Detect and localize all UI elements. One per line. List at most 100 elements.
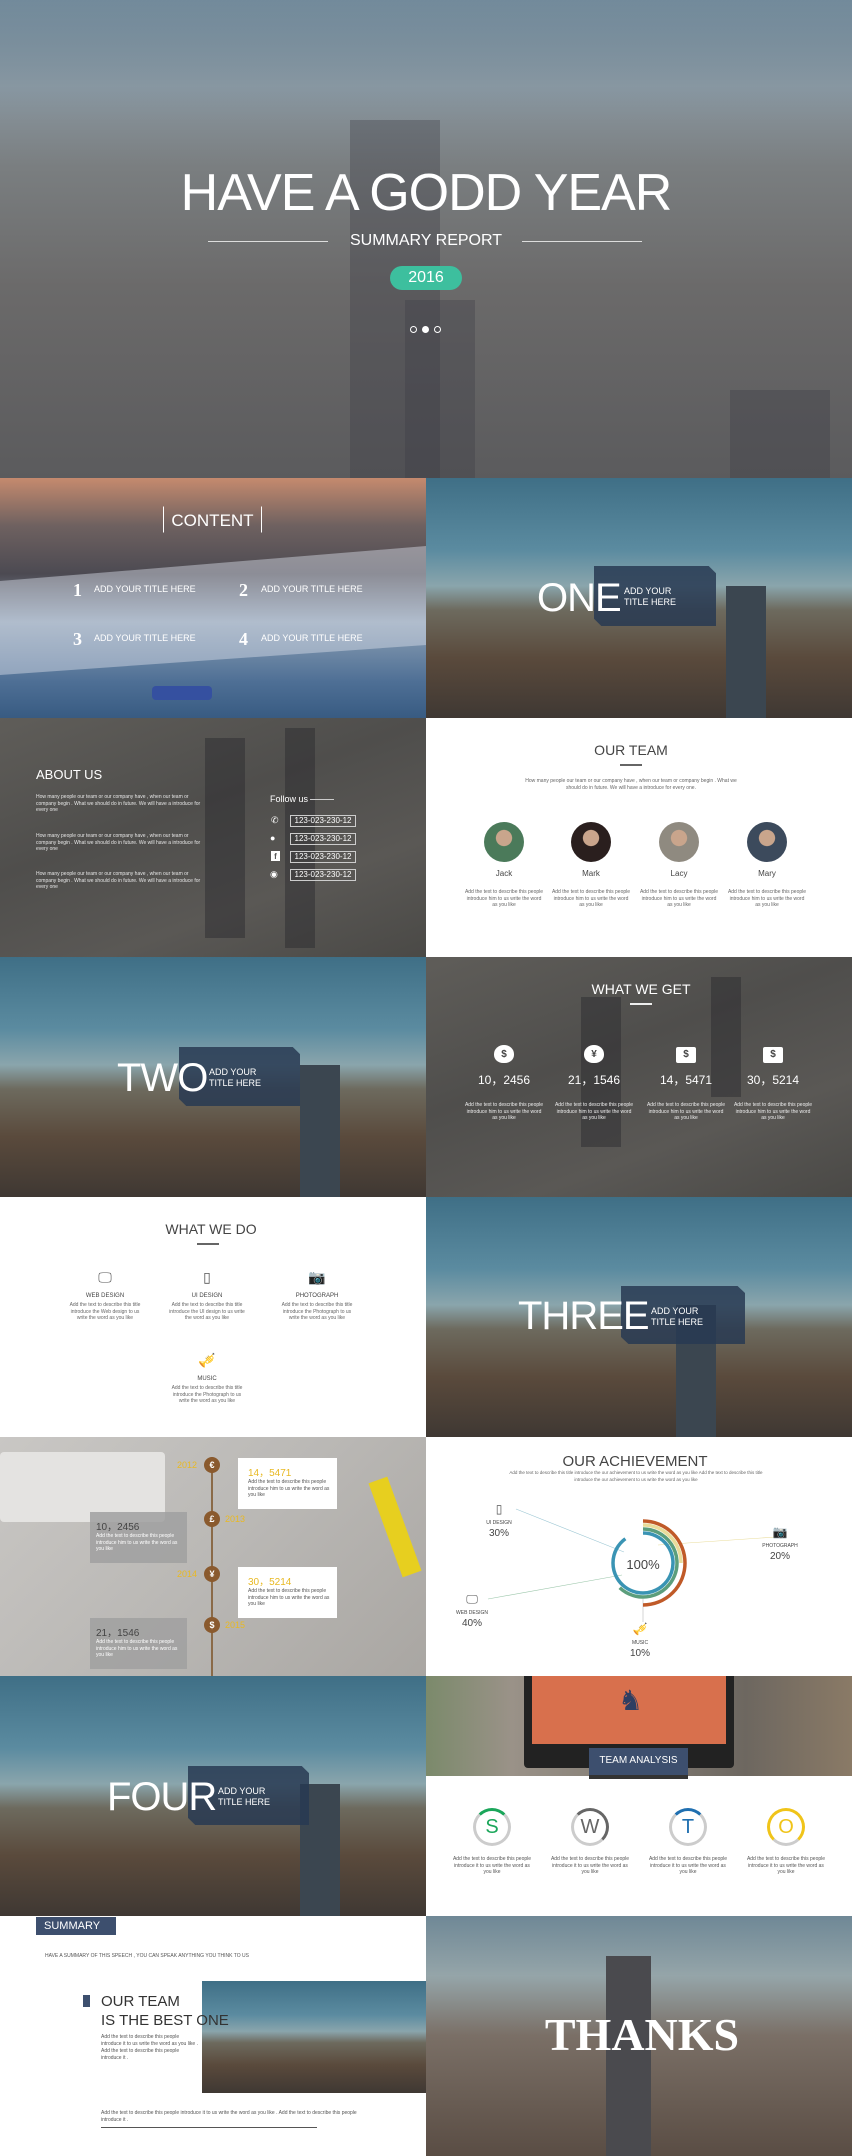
phone-icon: ▯ (495, 1502, 503, 1516)
achievement-label: PHOTOGRAPH (762, 1543, 798, 1549)
do-title: WHAT WE DO (165, 1221, 257, 1237)
divider (101, 2127, 317, 2128)
content-item-4[interactable]: ADD YOUR TITLE HERE (261, 633, 363, 643)
weibo-icon: ◉ (270, 869, 278, 879)
summary-slide: SUMMARY HAVE A SUMMARY OF THIS SPEECH , … (0, 1916, 426, 2156)
what-we-do-slide: WHAT WE DO 🖵 WEB DESIGN Add the text to … (0, 1197, 426, 1437)
building-shape (300, 1065, 340, 1197)
item-number: 4 (239, 629, 248, 649)
timeline-year: 2015 (225, 1620, 246, 1630)
about-title: ABOUT US (36, 767, 103, 782)
swot-desc: Add the text to describe this people int… (452, 1856, 532, 1875)
achievement-label: MUSIC (631, 1640, 649, 1646)
content-item-1[interactable]: ADD YOUR TITLE HERE (94, 584, 196, 594)
team-title: OUR TEAM (594, 742, 668, 758)
money-bag-dollar-icon: $ (494, 1045, 514, 1063)
content-title: CONTENT (163, 506, 262, 533)
swot-o-circle: O (767, 1808, 805, 1846)
item-number: 2 (239, 580, 248, 600)
achievement-value: 10% (629, 1648, 651, 1659)
timeline-value: 30，5214 (248, 1577, 292, 1588)
timeline-desc: Add the text to describe this people int… (96, 1639, 178, 1658)
achievement-label: WEB DESIGN (456, 1610, 488, 1616)
avatar[interactable] (484, 822, 524, 862)
contact-facebook[interactable]: 123-023-230-12 (290, 851, 356, 863)
avatar[interactable] (747, 822, 787, 862)
achievement-value: 40% (461, 1618, 483, 1629)
avatar[interactable] (659, 822, 699, 862)
do-label: MUSIC (197, 1376, 217, 1382)
summary-subtitle: HAVE A SUMMARY OF THIS SPEECH , YOU CAN … (45, 1953, 249, 1959)
achievement-value: 20% (769, 1551, 791, 1562)
member-desc: Add the text to describe this people int… (727, 889, 807, 908)
currency-icon: € (204, 1457, 220, 1473)
timeline-year: 2013 (225, 1514, 246, 1524)
phone-icon: ▯ (203, 1269, 211, 1285)
section-four-slide: ADD YOUR TITLE HERE FOUR (0, 1676, 426, 1916)
phone-icon: ✆ (271, 815, 279, 825)
wechat-icon: ● (270, 833, 276, 843)
do-label: PHOTOGRAPH (295, 1293, 339, 1299)
member-name: Mary (758, 869, 776, 878)
get-title: WHAT WE GET (591, 981, 691, 997)
do-label: WEB DESIGN (85, 1293, 125, 1299)
get-value: 21，1546 (567, 1073, 621, 1087)
member-desc: Add the text to describe this people int… (551, 889, 631, 908)
deer-icon: ♞ (618, 1685, 644, 1716)
swot-desc: Add the text to describe this people int… (550, 1856, 630, 1875)
building-shape (730, 390, 830, 478)
timeline-card: 21，1546 Add the text to describe this pe… (90, 1618, 187, 1669)
team-analysis-slide: ♞ TEAM ANALYSIS S Add the text to descri… (426, 1676, 852, 1916)
currency-icon: ¥ (204, 1566, 220, 1582)
contact-weibo[interactable]: 123-023-230-12 (290, 869, 356, 881)
swot-desc: Add the text to describe this people int… (746, 1856, 826, 1875)
trumpet-icon: 🎺 (198, 1352, 216, 1368)
summary-footer: Add the text to describe this people int… (101, 2110, 357, 2123)
team-intro: How many people our team or our company … (525, 778, 737, 791)
carousel-dot[interactable] (410, 326, 417, 333)
briefcase-coin-icon: $ (763, 1047, 783, 1063)
section-word: THREE (518, 1294, 650, 1338)
swot-desc: Add the text to describe this people int… (648, 1856, 728, 1875)
swot-t-circle: T (669, 1808, 707, 1846)
contact-wechat[interactable]: 123-023-230-12 (290, 833, 356, 845)
thanks-text: THANKS (544, 2009, 740, 2060)
do-desc: Add the text to describe this title intr… (281, 1302, 353, 1321)
connector-line (487, 1574, 623, 1600)
item-number: 3 (73, 629, 82, 649)
carousel-dot-active[interactable] (422, 326, 429, 333)
timeline-value: 14，5471 (248, 1468, 292, 1479)
section-label: ADD YOUR TITLE HERE (218, 1786, 271, 1807)
thanks-slide: THANKS (426, 1916, 852, 2156)
get-desc: Add the text to describe this people int… (733, 1102, 813, 1121)
contact-phone[interactable]: 123-023-230-12 (290, 815, 356, 827)
section-label: ADD YOUR TITLE HERE (209, 1067, 262, 1088)
money-bag-yen-icon: ¥ (584, 1045, 604, 1063)
section-word: TWO (117, 1056, 208, 1100)
avatar[interactable] (571, 822, 611, 862)
content-item-3[interactable]: ADD YOUR TITLE HERE (94, 633, 196, 643)
carousel-dot[interactable] (434, 326, 441, 333)
briefcase-dollar-icon: $ (676, 1047, 696, 1063)
follow-label: Follow us (270, 794, 309, 804)
timeline-desc: Add the text to describe this people int… (248, 1479, 330, 1498)
content-item-2[interactable]: ADD YOUR TITLE HERE (261, 584, 363, 594)
member-name: Mark (582, 869, 600, 878)
camera-icon: 📷 (308, 1269, 326, 1285)
year-badge: 2016 (390, 266, 462, 290)
swot-w-circle: W (571, 1808, 609, 1846)
get-desc: Add the text to describe this people int… (646, 1102, 726, 1121)
what-we-get-slide: WHAT WE GET $ 10，2456 Add the text to de… (426, 957, 852, 1197)
timeline-card: 30，5214 Add the text to describe this pe… (238, 1567, 337, 1618)
section-word: FOUR (107, 1775, 217, 1819)
member-name: Jack (495, 869, 513, 878)
achievement-value: 30% (488, 1528, 510, 1539)
swot-s-circle: S (473, 1808, 511, 1846)
member-desc: Add the text to describe this people int… (639, 889, 719, 908)
timeline-year: 2014 (177, 1569, 198, 1579)
about-paragraph: How many people our team or our company … (36, 833, 201, 852)
monitor-icon: 🖵 (466, 1592, 478, 1606)
monitor-icon: 🖵 (98, 1269, 112, 1285)
headline-1: OUR TEAM (101, 1993, 180, 2010)
timeline-value: 10，2456 (96, 1522, 140, 1533)
